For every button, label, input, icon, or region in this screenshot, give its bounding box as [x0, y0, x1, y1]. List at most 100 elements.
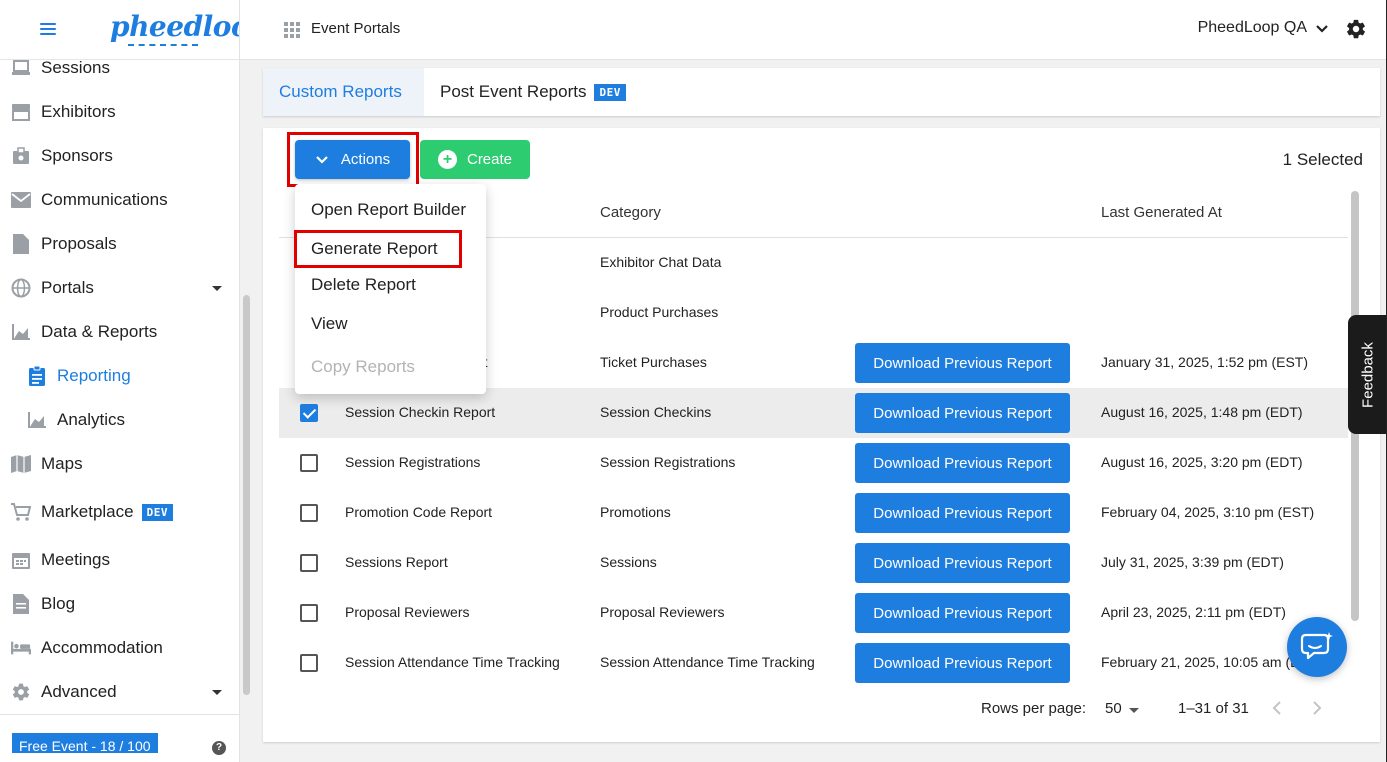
sidebar-item-exhibitors[interactable]: Exhibitors [0, 90, 238, 134]
laptop-icon [11, 58, 31, 78]
sidebar-item-marketplace[interactable]: Marketplace DEV [0, 490, 238, 534]
sidebar-item-label: Portals [41, 278, 94, 297]
sidebar-item-sessions[interactable]: Sessions [0, 46, 238, 90]
storefront-icon [11, 102, 31, 122]
settings-gear-icon[interactable] [1345, 18, 1367, 45]
sidebar-item-text: Marketplace [41, 502, 134, 521]
sidebar-item-maps[interactable]: Maps [0, 442, 238, 486]
rows-per-page-select[interactable]: 50 [1105, 700, 1122, 717]
report-name: Session Registrations [345, 454, 481, 470]
dev-badge: DEV [594, 83, 626, 101]
chevron-down-icon[interactable] [1315, 22, 1329, 41]
row-checkbox[interactable] [300, 554, 318, 572]
download-previous-report-button[interactable]: Download Previous Report [855, 493, 1070, 533]
row-checkbox[interactable] [300, 604, 318, 622]
sidebar-item-blog[interactable]: Blog [0, 582, 238, 626]
caret-down-icon[interactable] [1129, 708, 1139, 713]
sidebar-item-analytics[interactable]: Analytics [0, 398, 238, 442]
previous-page-icon[interactable] [1270, 700, 1284, 716]
menu-item-delete-report[interactable]: Delete Report [311, 275, 416, 295]
sidebar-item-sponsors[interactable]: Sponsors [0, 134, 238, 178]
chevron-down-icon [212, 285, 222, 291]
sidebar-item-accommodation[interactable]: Accommodation [0, 626, 238, 670]
chart-icon [27, 410, 47, 430]
table-row[interactable]: Sessions Report Sessions Download Previo… [279, 538, 1348, 588]
download-previous-report-button[interactable]: Download Previous Report [855, 643, 1070, 683]
actions-button[interactable]: Actions [295, 140, 410, 179]
sidebar-item-meetings[interactable]: Meetings [0, 538, 238, 582]
selected-count: 1 Selected [1282, 150, 1363, 169]
cart-icon [11, 502, 31, 522]
dev-badge: DEV [141, 504, 173, 522]
last-generated-at: April 23, 2025, 2:11 pm (EDT) [1101, 604, 1286, 620]
report-name: Session Checkin Report [345, 404, 496, 420]
download-previous-report-button[interactable]: Download Previous Report [855, 543, 1070, 583]
chat-support-button[interactable] [1287, 617, 1347, 677]
column-header-last-generated[interactable]: Last Generated At [1101, 204, 1222, 221]
rows-per-page-label: Rows per page: [981, 700, 1087, 717]
top-bar: Event Portals PheedLoop QA [240, 0, 1387, 60]
feedback-tab[interactable]: Feedback [1348, 315, 1387, 434]
last-generated-at: July 31, 2025, 3:39 pm (EDT) [1101, 554, 1284, 570]
table-row[interactable]: Session Attendance Time Tracking Session… [279, 638, 1348, 688]
download-previous-report-button[interactable]: Download Previous Report [855, 443, 1070, 483]
download-previous-report-button[interactable]: Download Previous Report [855, 593, 1070, 633]
table-row[interactable]: Proposal Reviewers Proposal Reviewers Do… [279, 588, 1348, 638]
mail-icon [11, 190, 31, 210]
column-header-category[interactable]: Category [600, 204, 661, 221]
create-button[interactable]: + Create [420, 140, 530, 179]
sidebar-item-data-reports[interactable]: Data & Reports [0, 310, 238, 354]
sidebar-footer: Free Event - 18 / 100 ? [0, 714, 239, 762]
row-checkbox[interactable] [300, 454, 318, 472]
sidebar-item-label: Data & Reports [41, 322, 158, 341]
menu-item-view[interactable]: View [311, 314, 348, 334]
sidebar-item-advanced[interactable]: Advanced [0, 670, 238, 714]
tab-post-event-reports[interactable]: Post Event Reports DEV [424, 68, 642, 116]
menu-item-generate-report[interactable]: Generate Report [311, 239, 438, 259]
sidebar-item-label: Exhibitors [41, 102, 116, 121]
feedback-label: Feedback [1359, 341, 1376, 408]
org-switcher[interactable]: PheedLoop QA [1198, 19, 1307, 37]
breadcrumb[interactable]: Event Portals [311, 20, 400, 37]
pheedloop-logo[interactable]: pheedloop [110, 10, 239, 43]
sidebar-scrollbar[interactable] [243, 295, 250, 695]
tab-custom-reports[interactable]: Custom Reports [263, 68, 424, 116]
help-icon[interactable]: ? [212, 741, 226, 755]
table-row[interactable]: Promotion Code Report Promotions Downloa… [279, 488, 1348, 538]
report-name: Sessions Report [345, 554, 448, 570]
sidebar-item-portals[interactable]: Portals [0, 266, 238, 310]
download-previous-report-button[interactable]: Download Previous Report [855, 393, 1070, 433]
table-row[interactable]: Session Checkin Report Session Checkins … [279, 388, 1348, 438]
table-row[interactable]: Session Registrations Session Registrati… [279, 438, 1348, 488]
row-checkbox[interactable] [300, 654, 318, 672]
hamburger-menu-icon[interactable] [40, 21, 56, 37]
report-name: Proposal Reviewers [345, 604, 470, 620]
badge-icon [11, 146, 31, 166]
map-icon [11, 454, 31, 474]
sidebar-item-communications[interactable]: Communications [0, 178, 238, 222]
next-page-icon[interactable] [1310, 700, 1324, 716]
bed-icon [11, 638, 31, 658]
download-previous-report-button[interactable]: Download Previous Report [855, 343, 1070, 383]
create-label: Create [466, 151, 513, 168]
report-category: Product Purchases [600, 304, 719, 320]
sidebar-item-label: Accommodation [41, 638, 163, 657]
report-category: Session Registrations [600, 454, 736, 470]
row-checkbox[interactable] [300, 504, 318, 522]
sidebar-item-label: Advanced [41, 682, 117, 701]
row-checkbox[interactable] [300, 404, 318, 422]
sidebar-item-label: Sessions [41, 58, 110, 77]
chevron-down-icon [212, 689, 222, 695]
sidebar-item-reporting[interactable]: Reporting [0, 354, 238, 398]
sidebar-item-proposals[interactable]: Proposals [0, 222, 238, 266]
sidebar-item-label: Maps [41, 454, 83, 473]
menu-item-copy-reports: Copy Reports [311, 357, 415, 376]
sidebar-item-label: Meetings [41, 550, 110, 569]
apps-grid-icon[interactable] [284, 22, 300, 38]
menu-item-open-report-builder[interactable]: Open Report Builder [311, 200, 466, 220]
report-name: Promotion Code Report [345, 504, 493, 520]
chat-bubble-icon [1300, 632, 1333, 660]
report-tabs: Custom Reports Post Event Reports DEV [263, 68, 1380, 116]
sidebar-item-label: Marketplace DEV [41, 502, 173, 522]
free-event-badge[interactable]: Free Event - 18 / 100 [12, 733, 158, 753]
